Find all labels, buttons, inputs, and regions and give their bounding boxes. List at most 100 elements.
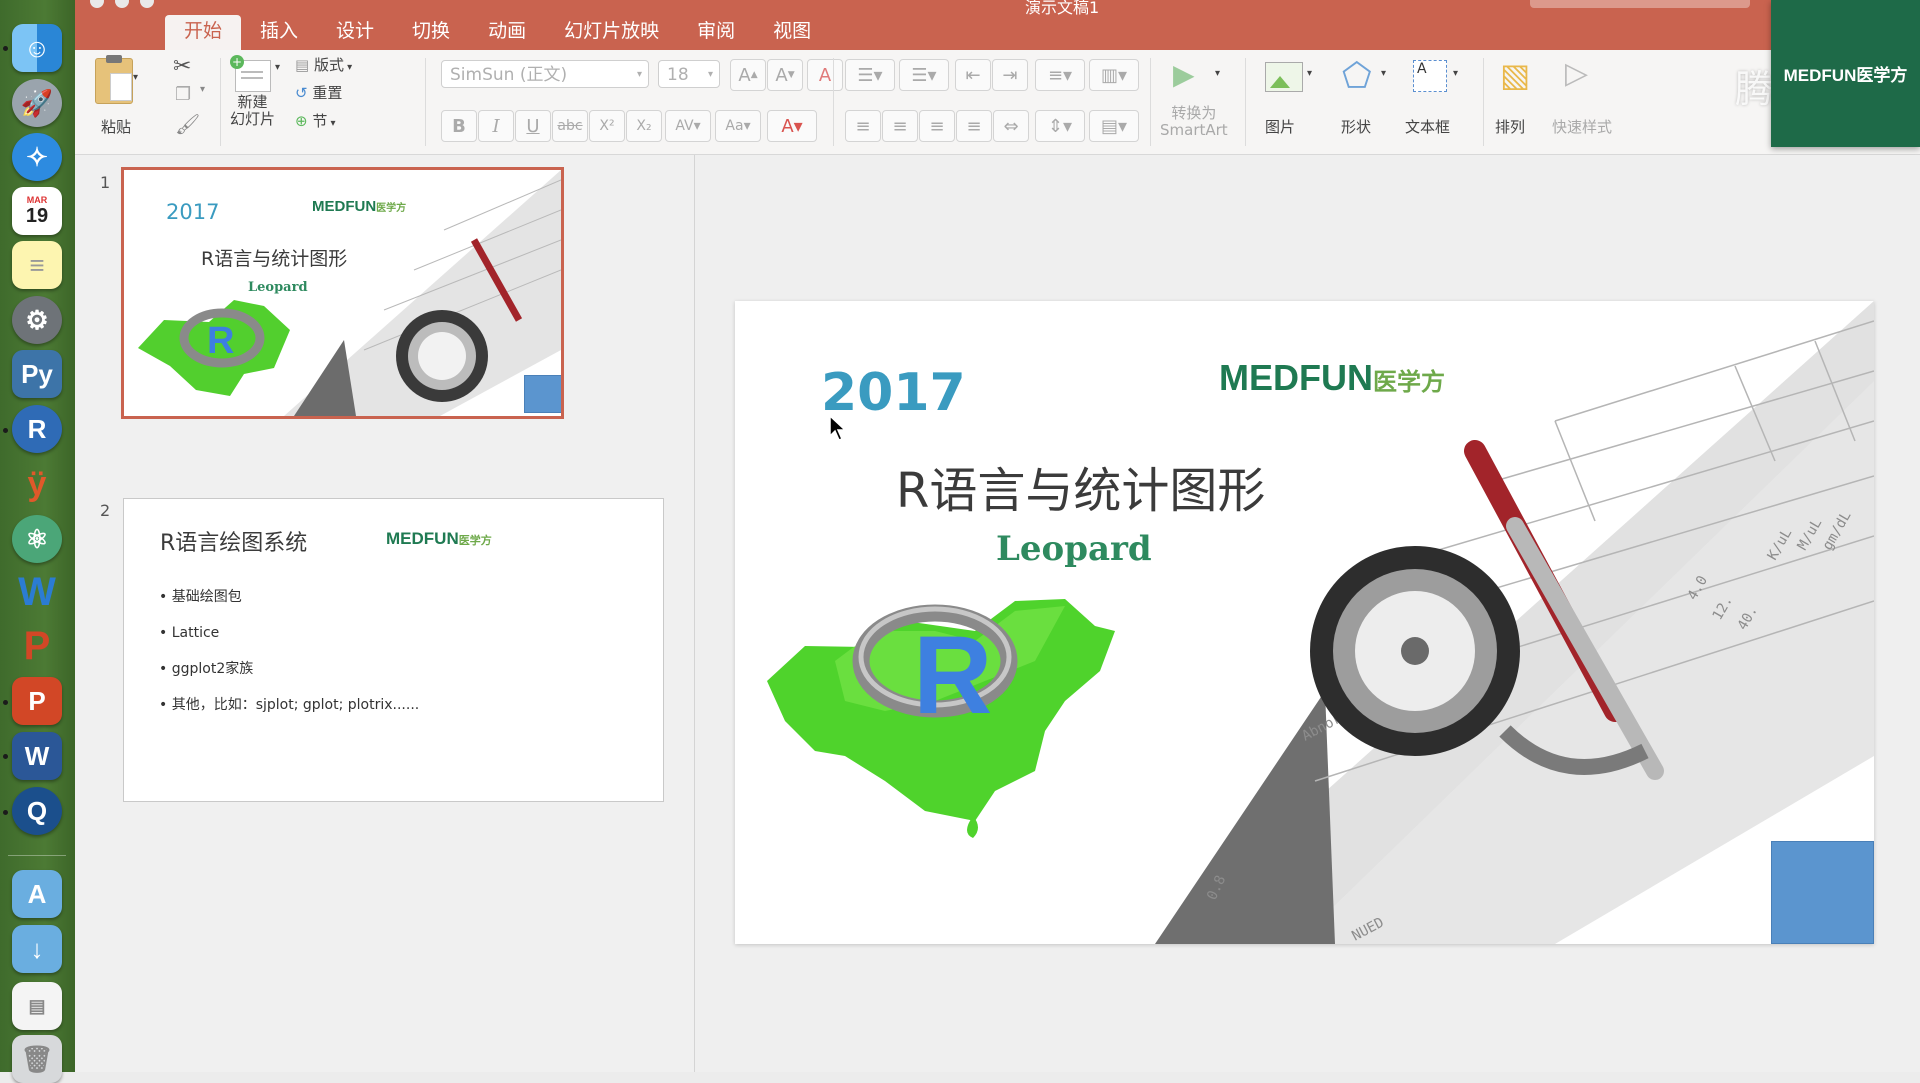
tab-slideshow[interactable]: 幻灯片放映 bbox=[545, 15, 678, 50]
slide-thumbnail-1[interactable]: 2017 MEDFUN医学方 R语言与统计图形 Leopard R bbox=[121, 167, 564, 419]
minimize-window-button[interactable] bbox=[115, 0, 129, 8]
layout-button[interactable]: ▤ 版式 ▾ bbox=[295, 54, 352, 75]
paste-dropdown-icon[interactable]: ▾ bbox=[133, 72, 138, 83]
line-spacing-button[interactable]: ≡▾ bbox=[1035, 59, 1085, 91]
paste-button[interactable]: 粘贴 bbox=[101, 116, 131, 137]
chevron-down-icon: ▾ bbox=[636, 69, 642, 80]
picture-button[interactable]: 图片 bbox=[1265, 116, 1295, 137]
running-indicator bbox=[3, 700, 8, 705]
powerpoint-icon[interactable]: P bbox=[12, 677, 62, 725]
distributed-button[interactable]: ⇔ bbox=[993, 110, 1029, 142]
bullets-button[interactable]: ☰▾ bbox=[845, 59, 895, 91]
tab-design[interactable]: 设计 bbox=[317, 15, 393, 50]
thumb1-year: 2017 bbox=[166, 200, 220, 224]
running-indicator bbox=[3, 754, 8, 759]
new-slide-button[interactable]: 新建 幻灯片 bbox=[230, 94, 275, 128]
justify-button[interactable]: ≡ bbox=[956, 110, 992, 142]
atom-icon[interactable]: ⚛ bbox=[12, 515, 62, 563]
quick-styles-button[interactable]: 快速样式 bbox=[1552, 116, 1612, 137]
font-color-button[interactable]: A▾ bbox=[767, 110, 817, 142]
textbox-icon[interactable]: A bbox=[1413, 60, 1447, 92]
trash-icon[interactable]: 🗑 bbox=[12, 1035, 62, 1083]
cut-icon[interactable]: ✂ bbox=[173, 54, 191, 79]
powerpoint-p-icon[interactable]: P bbox=[12, 622, 62, 670]
word-icon[interactable]: W bbox=[12, 732, 62, 780]
font-size-select[interactable]: 18 ▾ bbox=[658, 60, 720, 88]
columns-button[interactable]: ▥▾ bbox=[1089, 59, 1139, 91]
launchpad-icon[interactable]: 🚀 bbox=[12, 79, 62, 127]
slide-thumbnail-2[interactable]: R语言绘图系统 MEDFUN医学方 • 基础绘图包 • Lattice • gg… bbox=[123, 498, 664, 802]
document-title: 演示文稿1 bbox=[1025, 0, 1100, 17]
decrease-indent-button[interactable]: ⇤ bbox=[955, 59, 991, 91]
format-painter-icon[interactable]: 🖌 bbox=[175, 112, 200, 136]
thumb1-title: R语言与统计图形 bbox=[201, 248, 348, 270]
decrease-font-size-button[interactable]: A ▼ bbox=[767, 59, 803, 91]
tab-insert[interactable]: 插入 bbox=[241, 15, 317, 50]
font-name-select[interactable]: SimSun (正文) ▾ bbox=[441, 60, 649, 88]
arrange-button[interactable]: 排列 bbox=[1495, 116, 1525, 137]
smartart-dropdown-icon[interactable]: ▾ bbox=[1215, 68, 1220, 79]
clear-formatting-button[interactable]: A bbox=[807, 59, 843, 91]
shape-dropdown-icon[interactable]: ▾ bbox=[1381, 68, 1386, 79]
shape-icon[interactable]: ⬠ bbox=[1342, 56, 1372, 96]
align-right-button[interactable]: ≡ bbox=[919, 110, 955, 142]
search-input[interactable] bbox=[1530, 0, 1750, 8]
text-direction-button[interactable]: ⇕▾ bbox=[1035, 110, 1085, 142]
strikethrough-button[interactable]: abc bbox=[552, 110, 588, 142]
tab-review[interactable]: 审阅 bbox=[678, 15, 754, 50]
quicktime-icon[interactable]: Q bbox=[12, 787, 62, 835]
close-window-button[interactable] bbox=[90, 0, 104, 8]
picture-icon[interactable] bbox=[1265, 62, 1303, 92]
superscript-button[interactable]: X² bbox=[589, 110, 625, 142]
calendar-icon[interactable]: MAR 19 bbox=[12, 187, 62, 235]
system-preferences-icon[interactable]: ⚙ bbox=[12, 296, 62, 344]
tab-animations[interactable]: 动画 bbox=[469, 15, 545, 50]
reset-button[interactable]: ↺ 重置 bbox=[295, 82, 342, 103]
character-spacing-button[interactable]: AV▾ bbox=[665, 110, 711, 142]
document-stack-icon[interactable]: ▤ bbox=[12, 982, 62, 1030]
word-w-icon[interactable]: W bbox=[12, 568, 62, 616]
align-text-button[interactable]: ▤▾ bbox=[1089, 110, 1139, 142]
main-title[interactable]: R语言与统计图形 bbox=[896, 451, 1265, 521]
underline-button[interactable]: U bbox=[515, 110, 551, 142]
textbox-dropdown-icon[interactable]: ▾ bbox=[1453, 68, 1458, 79]
quick-styles-icon[interactable]: ▷ bbox=[1565, 56, 1588, 91]
new-slide-icon[interactable]: + bbox=[230, 55, 271, 92]
picture-dropdown-icon[interactable]: ▾ bbox=[1307, 68, 1312, 79]
arrange-icon[interactable]: ▧ bbox=[1500, 56, 1530, 94]
paste-icon[interactable] bbox=[95, 55, 133, 104]
downloads-folder-icon[interactable]: ↓ bbox=[12, 925, 62, 973]
zoom-window-button[interactable] bbox=[140, 0, 154, 8]
italic-button[interactable]: I bbox=[478, 110, 514, 142]
r-app-icon[interactable]: R bbox=[12, 405, 62, 453]
safari-icon[interactable]: ✧ bbox=[12, 133, 62, 181]
tab-transitions[interactable]: 切换 bbox=[393, 15, 469, 50]
main-blue-square[interactable] bbox=[1771, 841, 1874, 944]
textbox-button[interactable]: 文本框 bbox=[1405, 116, 1450, 137]
main-subtitle[interactable]: Leopard bbox=[996, 529, 1152, 569]
shape-button[interactable]: 形状 bbox=[1341, 116, 1371, 137]
increase-indent-button[interactable]: ⇥ bbox=[992, 59, 1028, 91]
python-icon[interactable]: Py bbox=[12, 350, 62, 398]
thumb2-bullet-list: • 基础绘图包 • Lattice • ggplot2家族 • 其他，比如：sj… bbox=[159, 579, 419, 723]
tab-home[interactable]: 开始 bbox=[165, 15, 242, 50]
new-slide-dropdown-icon[interactable]: ▾ bbox=[275, 62, 280, 73]
copy-dropdown-icon[interactable]: ▾ bbox=[200, 84, 205, 95]
increase-font-size-button[interactable]: A ▲ bbox=[730, 59, 766, 91]
yoink-icon[interactable]: ÿ bbox=[12, 460, 62, 508]
change-case-button[interactable]: Aa▾ bbox=[715, 110, 761, 142]
align-left-button[interactable]: ≡ bbox=[845, 110, 881, 142]
smartart-icon[interactable]: ▶ bbox=[1173, 58, 1195, 91]
subscript-button[interactable]: X₂ bbox=[626, 110, 662, 142]
bold-button[interactable]: B bbox=[441, 110, 477, 142]
numbering-button[interactable]: ☰▾ bbox=[899, 59, 949, 91]
convert-smartart-button[interactable]: 转换为 SmartArt bbox=[1160, 105, 1228, 139]
tab-view[interactable]: 视图 bbox=[754, 15, 830, 50]
notes-icon[interactable]: ≡ bbox=[12, 241, 62, 289]
finder-icon[interactable]: ☺ bbox=[12, 24, 62, 72]
section-button[interactable]: ⊕ 节 ▾ bbox=[295, 110, 336, 131]
align-center-button[interactable]: ≡ bbox=[882, 110, 918, 142]
main-slide[interactable]: 0910 Flag Ref Abnormal K/uL M/uL gm/dL 4… bbox=[735, 301, 1874, 944]
copy-icon[interactable]: ❐ bbox=[175, 84, 191, 105]
applications-folder-icon[interactable]: A bbox=[12, 870, 62, 918]
